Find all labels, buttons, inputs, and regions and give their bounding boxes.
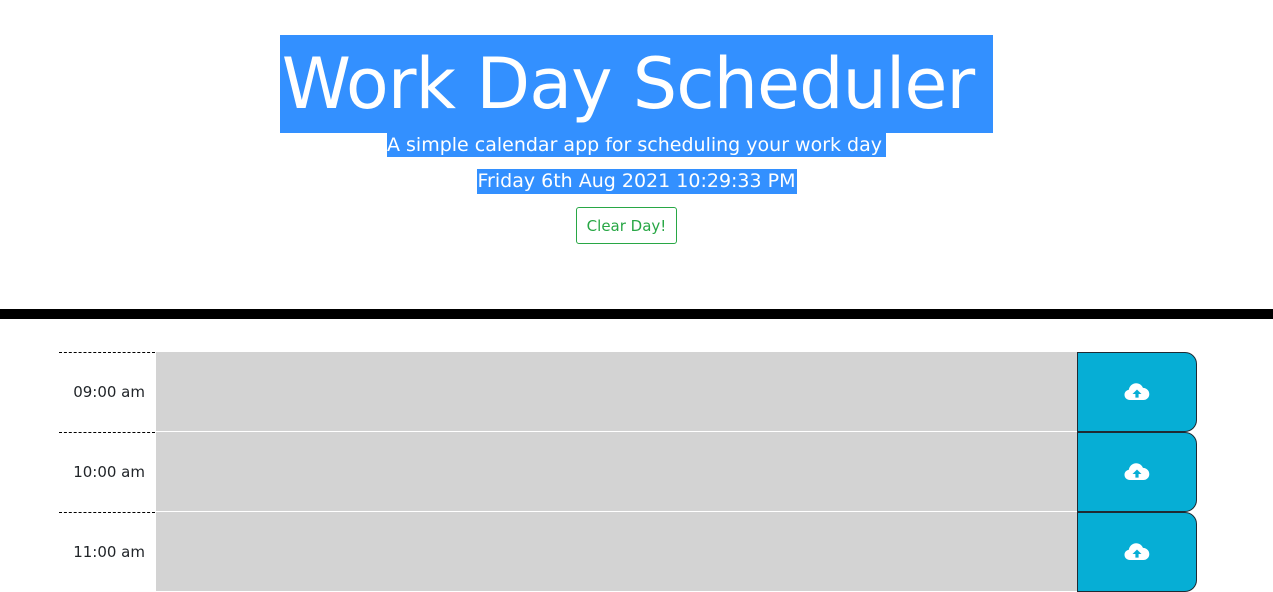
header: Work Day Scheduler A simple calendar app…	[0, 0, 1273, 309]
clear-day-button[interactable]: Clear Day!	[576, 207, 677, 244]
cloud-upload-icon	[1078, 462, 1196, 482]
cloud-upload-icon	[1078, 382, 1196, 402]
planner: 09:00 am 10:00 am 11:00 am	[0, 352, 1273, 592]
event-input[interactable]	[156, 432, 1077, 512]
time-block-row: 11:00 am	[0, 512, 1273, 592]
hour-label: 11:00 am	[59, 512, 155, 592]
event-input[interactable]	[156, 352, 1077, 432]
save-button[interactable]	[1077, 352, 1197, 432]
current-datetime: Friday 6th Aug 2021 10:29:33 PM	[476, 169, 797, 194]
save-button[interactable]	[1077, 432, 1197, 512]
cloud-upload-icon	[1078, 542, 1196, 562]
header-divider	[0, 309, 1273, 319]
time-block-row: 10:00 am	[0, 432, 1273, 512]
time-block-row: 09:00 am	[0, 352, 1273, 432]
save-button[interactable]	[1077, 512, 1197, 592]
page-title: Work Day Scheduler	[279, 35, 994, 133]
subtitle-wrap: A simple calendar app for scheduling you…	[0, 133, 1273, 157]
hour-label: 09:00 am	[59, 352, 155, 432]
hour-label: 10:00 am	[59, 432, 155, 512]
date-wrap: Friday 6th Aug 2021 10:29:33 PM	[0, 169, 1273, 194]
page-subtitle: A simple calendar app for scheduling you…	[386, 133, 887, 157]
event-input[interactable]	[156, 512, 1077, 592]
title-wrap: Work Day Scheduler	[0, 35, 1273, 133]
